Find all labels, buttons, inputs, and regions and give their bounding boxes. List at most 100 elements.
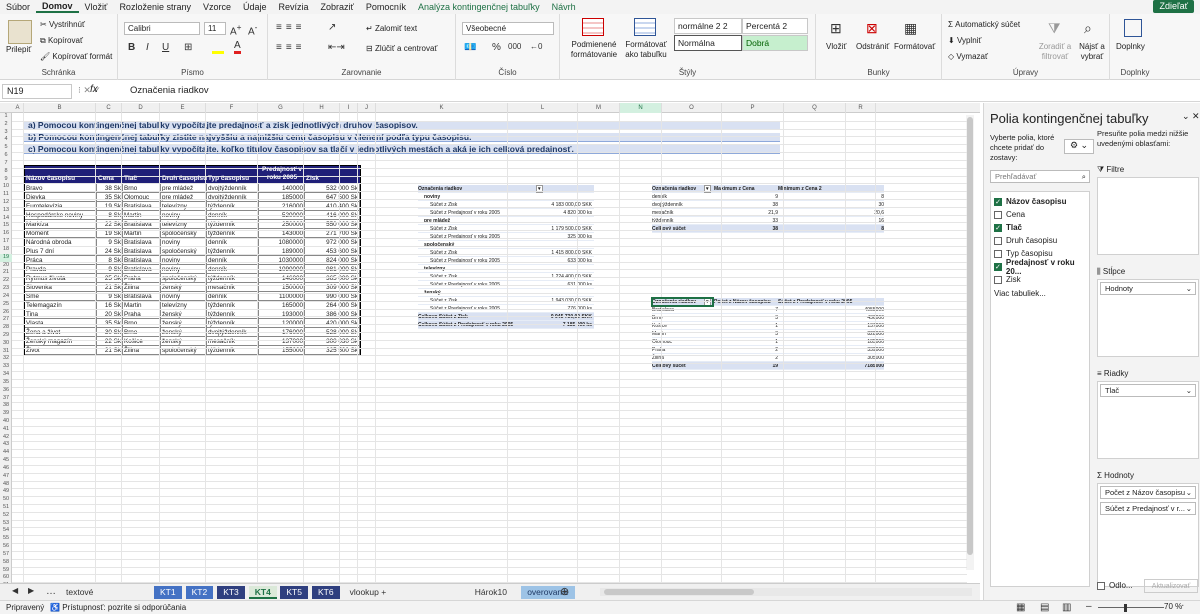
row-header[interactable]: 44 — [0, 449, 12, 457]
format-painter-button[interactable]: 🖌 Kopírovať formát — [40, 52, 112, 61]
row-header[interactable]: 10 — [0, 183, 12, 191]
sheet-tab[interactable]: Hárok10 — [469, 586, 513, 599]
more-tables-link[interactable]: Viac tabuliek... — [994, 289, 1086, 298]
row-header[interactable]: 1 — [0, 113, 12, 121]
checkbox[interactable] — [1097, 581, 1105, 590]
row-header[interactable]: 54 — [0, 527, 12, 535]
menu-item[interactable]: Revízia — [273, 2, 315, 12]
column-header[interactable]: J — [358, 103, 376, 113]
field-checkbox[interactable] — [994, 249, 1002, 258]
field-item[interactable]: Druh časopisu — [994, 234, 1086, 247]
percent-button[interactable]: % — [492, 42, 501, 53]
row-header[interactable]: 40 — [0, 418, 12, 426]
row-header[interactable]: 45 — [0, 457, 12, 465]
row-header[interactable]: 15 — [0, 222, 12, 230]
row-header[interactable]: 49 — [0, 488, 12, 496]
row-header[interactable]: 56 — [0, 543, 12, 551]
column-header[interactable]: R — [846, 103, 876, 113]
row-header[interactable]: 50 — [0, 496, 12, 504]
field-checkbox[interactable]: ✓ — [994, 262, 1002, 271]
row-header[interactable]: 32 — [0, 355, 12, 363]
gear-icon[interactable]: ⚙ ⌄ — [1064, 139, 1094, 154]
normal-view-icon[interactable]: ▦ — [1016, 602, 1025, 613]
column-header[interactable]: B — [24, 103, 96, 113]
row-header[interactable]: 37 — [0, 395, 12, 403]
row-header[interactable]: 41 — [0, 426, 12, 434]
row-header[interactable]: 5 — [0, 144, 12, 152]
row-header[interactable]: 21 — [0, 269, 12, 277]
font-size-select[interactable]: 11 — [204, 22, 226, 35]
row-header[interactable]: 47 — [0, 473, 12, 481]
row-header[interactable]: 34 — [0, 371, 12, 379]
column-header[interactable]: G — [258, 103, 304, 113]
column-header[interactable]: F — [206, 103, 258, 113]
row-header[interactable]: 8 — [0, 168, 12, 176]
selected-cell[interactable] — [651, 297, 714, 307]
row-header[interactable]: 9 — [0, 176, 12, 184]
column-header[interactable]: L — [508, 103, 578, 113]
column-header[interactable]: M — [578, 103, 620, 113]
format-table-button[interactable]: Formátovať ako tabuľku — [622, 40, 670, 60]
menu-item[interactable]: Návrh — [546, 2, 582, 12]
find-select-button[interactable]: Nájsť a vybrať — [1076, 42, 1108, 62]
row-header[interactable]: 13 — [0, 207, 12, 215]
merge-center-button[interactable]: ⊟ Zlúčiť a centrovať — [366, 44, 437, 53]
row-header[interactable]: 33 — [0, 363, 12, 371]
menu-item[interactable]: Analýza kontingenčnej tabuľky — [412, 2, 546, 12]
menu-item[interactable]: Domov — [36, 1, 79, 13]
row-header[interactable]: 24 — [0, 293, 12, 301]
font-color-icon[interactable]: A — [234, 40, 241, 54]
row-header[interactable]: 36 — [0, 387, 12, 395]
wrap-text-button[interactable]: ↵ Zalomiť text — [366, 24, 417, 33]
rows-item[interactable]: Tlač ⌄ — [1100, 384, 1196, 397]
page-break-icon[interactable]: ▥ — [1062, 602, 1071, 613]
copy-button[interactable]: ⧉ Kopírovať — [40, 36, 83, 46]
row-header[interactable]: 2 — [0, 121, 12, 129]
horizontal-align-icons[interactable]: ≡≡≡ — [276, 42, 306, 53]
find-icon[interactable]: ⌕ — [1084, 20, 1092, 37]
update-button[interactable]: Aktualizovať — [1144, 579, 1198, 593]
row-header[interactable]: 7 — [0, 160, 12, 168]
addins-icon[interactable] — [1124, 19, 1142, 37]
field-checkbox[interactable]: ✓ — [994, 197, 1002, 206]
row-header[interactable]: 58 — [0, 559, 12, 567]
font-name-select[interactable]: Calibri — [124, 22, 200, 35]
increase-font-icon[interactable]: A+ — [230, 22, 242, 37]
row-header[interactable]: 26 — [0, 309, 12, 317]
column-header[interactable]: O — [662, 103, 722, 113]
conditional-format-icon[interactable] — [582, 18, 604, 36]
row-header[interactable]: 53 — [0, 520, 12, 528]
defer-update-checkbox[interactable]: Odlo... — [1097, 579, 1133, 592]
more-sheets-icon[interactable]: … — [46, 586, 56, 597]
row-header[interactable]: 4 — [0, 136, 12, 144]
insert-cells-icon[interactable]: ⊞ — [830, 20, 842, 37]
row-header[interactable]: 29 — [0, 332, 12, 340]
columns-area[interactable]: Hodnoty ⌄ — [1097, 279, 1199, 357]
row-header[interactable]: 52 — [0, 512, 12, 520]
column-header[interactable]: H — [304, 103, 340, 113]
number-format-select[interactable]: Všeobecné — [462, 22, 554, 35]
field-checkbox[interactable]: ✓ — [994, 223, 1002, 232]
bold-button[interactable]: B — [128, 42, 135, 53]
format-table-icon[interactable] — [634, 18, 656, 36]
values-item[interactable]: Súčet z Predajnosť v r... ⌄ — [1100, 502, 1196, 515]
values-area[interactable]: Počet z Názov časopisu ⌄ Súčet z Predajno… — [1097, 483, 1199, 587]
field-item[interactable]: ✓ Názov časopisu — [994, 195, 1086, 208]
row-header[interactable]: 11 — [0, 191, 12, 199]
row-header[interactable]: 43 — [0, 441, 12, 449]
delete-cells-button[interactable]: Odstrániť — [856, 42, 889, 51]
row-header[interactable]: 48 — [0, 481, 12, 489]
row-header[interactable]: 35 — [0, 379, 12, 387]
accessibility-status[interactable]: ♿ Prístupnosť: pozrite si odporúčania — [50, 603, 186, 612]
column-header[interactable]: C — [96, 103, 122, 113]
paste-button[interactable]: Prilepiť — [6, 45, 31, 54]
row-header[interactable]: 14 — [0, 215, 12, 223]
underline-button[interactable]: U — [162, 42, 169, 53]
menu-item[interactable]: Zobraziť — [315, 2, 360, 12]
row-header[interactable]: 18 — [0, 246, 12, 254]
indent-icon[interactable]: ⇤⇥ — [328, 42, 345, 53]
style-good[interactable]: Dobrá — [742, 35, 808, 51]
fill-color-icon[interactable] — [212, 42, 224, 54]
values-item[interactable]: Počet z Názov časopisu ⌄ — [1100, 486, 1196, 499]
row-header[interactable]: 19 — [0, 253, 12, 262]
